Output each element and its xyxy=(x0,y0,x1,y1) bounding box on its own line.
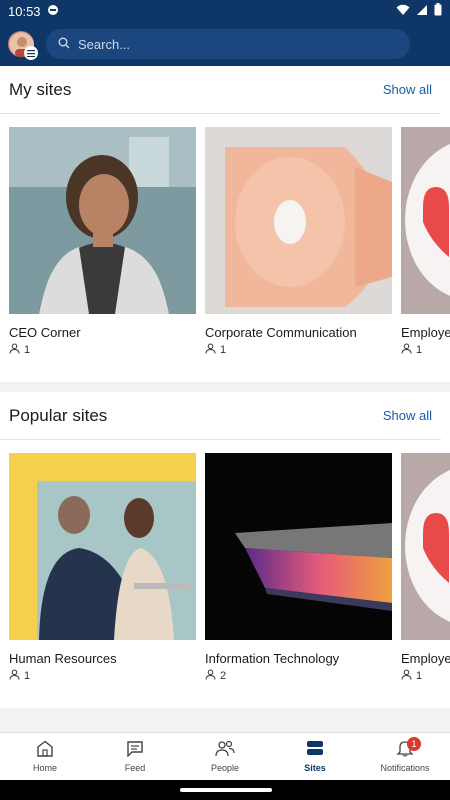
site-thumbnail xyxy=(9,453,196,640)
site-card[interactable]: Employe 1 xyxy=(401,453,450,708)
status-time: 10:53 xyxy=(8,3,41,19)
notification-app-icon xyxy=(47,4,59,19)
show-all-link[interactable]: Show all xyxy=(383,408,432,423)
my-sites-section: My sites Show all CEO Corner 1 Corporate… xyxy=(0,66,450,382)
nav-label: Home xyxy=(32,763,57,773)
card-row: Human Resources 1 Information Technology… xyxy=(0,440,450,708)
member-count: 1 xyxy=(9,669,196,683)
popular-sites-section: Popular sites Show all Human Resources 1… xyxy=(0,392,450,708)
site-thumbnail xyxy=(401,127,450,314)
show-all-link[interactable]: Show all xyxy=(383,82,432,97)
site-thumbnail xyxy=(205,453,392,640)
site-thumbnail xyxy=(205,127,392,314)
section-divider xyxy=(0,382,450,392)
bottom-nav: Home Feed People Sites 1 Notifications xyxy=(0,732,450,780)
member-count-value: 1 xyxy=(416,344,423,356)
site-name: Corporate Communication xyxy=(205,325,357,340)
member-count-value: 2 xyxy=(220,670,227,682)
site-thumbnail xyxy=(401,453,450,640)
site-card[interactable]: Human Resources 1 xyxy=(9,453,196,708)
section-title: My sites xyxy=(9,79,72,99)
status-bar: 10:53 xyxy=(0,0,450,22)
member-count: 1 xyxy=(401,343,450,357)
nav-home[interactable]: Home xyxy=(0,733,90,780)
nav-people[interactable]: People xyxy=(180,733,270,780)
site-card[interactable]: CEO Corner 1 xyxy=(9,127,196,382)
member-count-value: 1 xyxy=(24,344,31,356)
nav-sites[interactable]: Sites xyxy=(270,733,360,780)
site-card[interactable]: Information Technology 2 xyxy=(205,453,392,708)
member-count-value: 1 xyxy=(220,344,227,356)
home-gesture-handle[interactable] xyxy=(180,788,272,792)
avatar[interactable] xyxy=(8,31,38,60)
people-icon xyxy=(215,740,235,759)
site-thumbnail xyxy=(9,127,196,314)
search-input[interactable]: Search... xyxy=(46,29,410,59)
battery-icon xyxy=(434,3,442,19)
section-header: My sites Show all xyxy=(0,66,441,114)
section-header: Popular sites Show all xyxy=(0,392,441,440)
person-icon xyxy=(401,343,412,357)
sites-icon xyxy=(306,740,324,759)
member-count-value: 1 xyxy=(416,670,423,682)
person-icon xyxy=(9,343,20,357)
feed-icon xyxy=(126,740,144,759)
person-icon xyxy=(205,343,216,357)
search-icon xyxy=(58,37,78,52)
wifi-icon xyxy=(396,4,410,19)
nav-label: People xyxy=(210,763,240,773)
member-count: 1 xyxy=(9,343,196,357)
nav-notifications[interactable]: 1 Notifications xyxy=(360,733,450,780)
app-header: Search... xyxy=(0,22,450,66)
site-name: CEO Corner xyxy=(9,325,81,340)
person-icon xyxy=(9,669,20,683)
person-icon xyxy=(205,669,216,683)
member-count: 1 xyxy=(205,343,392,357)
section-title: Popular sites xyxy=(9,405,108,425)
card-row: CEO Corner 1 Corporate Communication 1 E… xyxy=(0,114,450,382)
person-icon xyxy=(401,669,412,683)
nav-label: Notifications xyxy=(380,763,430,773)
site-card[interactable]: Employe 1 xyxy=(401,127,450,382)
nav-label: Feed xyxy=(124,763,146,773)
site-name: Human Resources xyxy=(9,651,117,666)
menu-icon xyxy=(24,46,38,60)
system-nav-bar xyxy=(0,780,450,800)
site-name: Employe xyxy=(401,651,450,666)
search-placeholder: Search... xyxy=(78,36,131,52)
site-name: Employe xyxy=(401,325,450,340)
home-icon xyxy=(36,740,54,759)
signal-icon xyxy=(416,4,428,19)
member-count: 1 xyxy=(401,669,450,683)
nav-label: Sites xyxy=(304,763,326,773)
site-name: Information Technology xyxy=(205,651,340,666)
member-count: 2 xyxy=(205,669,392,683)
notification-badge: 1 xyxy=(407,737,421,751)
nav-feed[interactable]: Feed xyxy=(90,733,180,780)
site-card[interactable]: Corporate Communication 1 xyxy=(205,127,392,382)
sites-content[interactable]: My sites Show all CEO Corner 1 Corporate… xyxy=(0,66,450,732)
member-count-value: 1 xyxy=(24,670,31,682)
